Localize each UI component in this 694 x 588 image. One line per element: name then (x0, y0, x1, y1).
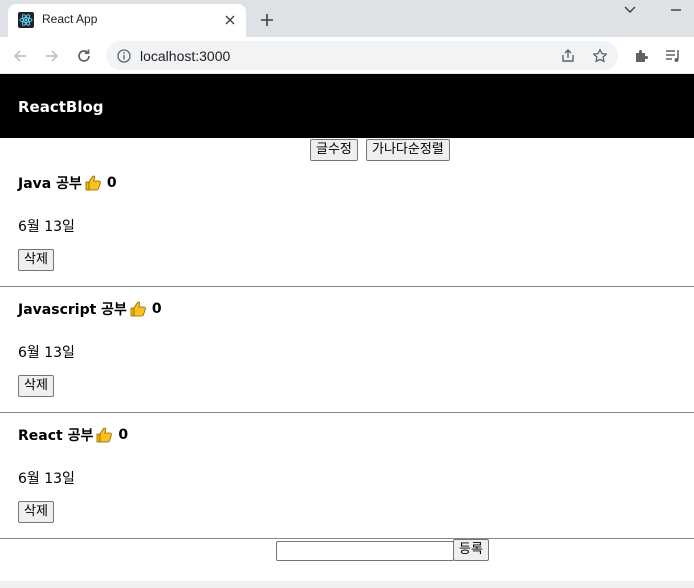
submit-button[interactable]: 등록 (453, 539, 489, 561)
star-icon[interactable] (590, 46, 610, 66)
minimize-icon[interactable] (664, 2, 688, 18)
address-bar[interactable]: localhost:3000 (106, 41, 618, 70)
edit-title-button[interactable]: 글수정 (310, 139, 358, 161)
list-item: React 공부 0 6월 13일 삭제 (0, 413, 694, 539)
reload-icon[interactable] (72, 44, 96, 68)
browser-tabstrip: React App (0, 0, 694, 37)
post-date: 6월 13일 (18, 471, 75, 487)
delete-button[interactable]: 삭제 (18, 501, 54, 523)
post-title-row: Javascript 공부 0 (18, 299, 162, 319)
post-date: 6월 13일 (18, 345, 75, 361)
browser-toolbar: localhost:3000 (0, 37, 694, 74)
sort-alpha-button[interactable]: 가나다순정렬 (366, 139, 450, 161)
plus-icon[interactable] (256, 9, 278, 31)
brand-title: ReactBlog (18, 98, 104, 116)
back-arrow-icon[interactable] (8, 44, 32, 68)
close-icon[interactable] (220, 10, 240, 30)
post-title[interactable]: Java 공부 (18, 173, 82, 193)
list-item: Javascript 공부 0 6월 13일 삭제 (0, 287, 694, 413)
new-post-input[interactable] (276, 541, 454, 561)
list-item: Java 공부 0 6월 13일 삭제 (0, 161, 694, 287)
thumbs-up-icon[interactable] (129, 300, 147, 318)
browser-tab[interactable]: React App (8, 4, 246, 37)
react-logo-icon (18, 12, 34, 28)
black-nav: ReactBlog (0, 74, 694, 138)
tab-title: React App (42, 12, 98, 26)
delete-button[interactable]: 삭제 (18, 249, 54, 271)
thumbs-up-icon[interactable] (95, 426, 113, 444)
delete-button[interactable]: 삭제 (18, 375, 54, 397)
post-date: 6월 13일 (18, 219, 75, 235)
media-queue-icon[interactable] (662, 45, 684, 67)
like-count: 0 (118, 427, 129, 443)
share-icon[interactable] (558, 46, 578, 66)
url-text[interactable]: localhost:3000 (140, 48, 230, 64)
window-bottom-edge (0, 581, 694, 588)
post-title[interactable]: React 공부 (18, 425, 93, 445)
post-title-row: React 공부 0 (18, 425, 128, 445)
extensions-icon[interactable] (630, 45, 652, 67)
chevron-down-icon[interactable] (620, 2, 640, 18)
post-title-row: Java 공부 0 (18, 173, 117, 193)
like-count: 0 (106, 175, 117, 191)
like-count: 0 (151, 301, 162, 317)
info-icon[interactable] (116, 48, 132, 64)
page-viewport: ReactBlog 글수정 가나다순정렬 Java 공부 0 6월 13일 삭제… (0, 74, 694, 581)
thumbs-up-icon[interactable] (84, 174, 102, 192)
forward-arrow-icon[interactable] (40, 44, 64, 68)
post-title[interactable]: Javascript 공부 (18, 299, 127, 319)
